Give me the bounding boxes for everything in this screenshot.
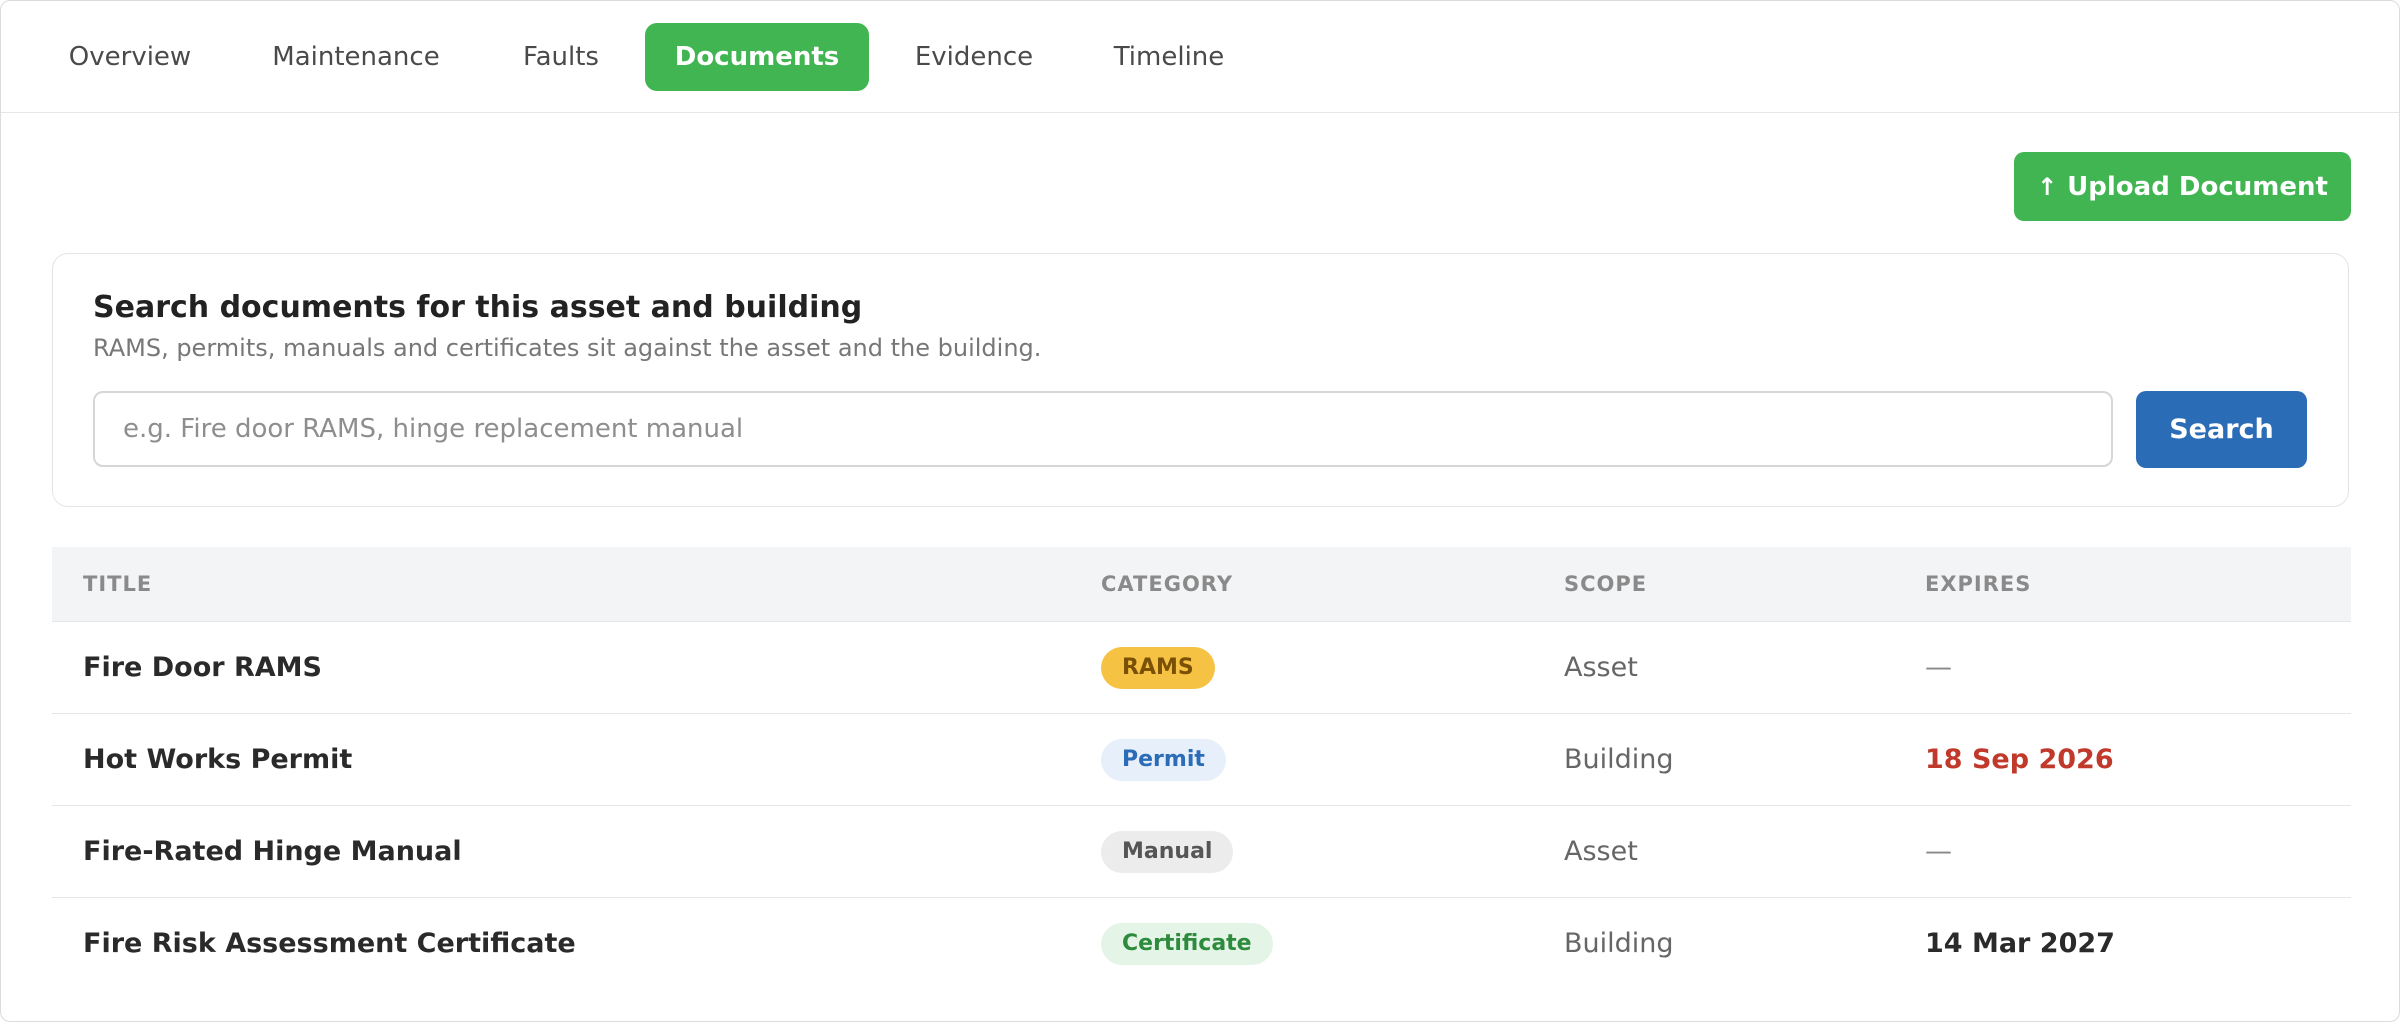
header-scope[interactable]: SCOPE [1564,547,1647,621]
document-title[interactable]: Fire Risk Assessment Certificate [83,898,576,989]
upload-document-button[interactable]: ↑ Upload Document [2014,152,2351,221]
scope-cell: Building [1564,744,1674,775]
expires-cell: 14 Mar 2027 [1925,928,2115,959]
table-row[interactable]: Fire Risk Assessment Certificate Certifi… [52,898,2351,989]
category-cell: Permit [1101,714,1226,805]
documents-panel: Overview Maintenance Faults Documents Ev… [0,0,2400,1022]
category-badge-manual: Manual [1101,830,1234,873]
document-title[interactable]: Fire Door RAMS [83,622,322,713]
expires-cell-warning: 18 Sep 2026 [1925,744,2114,775]
expires-cell: — [1925,652,1952,683]
header-expires[interactable]: EXPIRES [1925,547,2031,621]
search-subtitle: RAMS, permits, manuals and certificates … [93,334,1042,362]
table-row[interactable]: Fire-Rated Hinge Manual Manual Asset — [52,806,2351,898]
tab-faults[interactable]: Faults [495,23,627,91]
documents-table: TITLE CATEGORY SCOPE EXPIRES Fire Door R… [52,547,2351,989]
category-badge-permit: Permit [1101,738,1226,781]
category-cell: RAMS [1101,622,1215,713]
header-category[interactable]: CATEGORY [1101,547,1233,621]
tab-maintenance[interactable]: Maintenance [249,23,463,91]
expires-cell: — [1925,836,1952,867]
document-title[interactable]: Fire-Rated Hinge Manual [83,806,462,897]
scope-cell: Asset [1564,836,1638,867]
search-card: Search documents for this asset and buil… [52,253,2349,507]
tab-overview[interactable]: Overview [43,23,217,91]
tab-evidence[interactable]: Evidence [891,23,1057,91]
category-badge-rams: RAMS [1101,646,1215,689]
table-row[interactable]: Hot Works Permit Permit Building 18 Sep … [52,714,2351,806]
category-cell: Manual [1101,806,1234,897]
tab-bar: Overview Maintenance Faults Documents Ev… [1,1,2399,113]
search-input[interactable] [93,391,2113,467]
document-title[interactable]: Hot Works Permit [83,714,352,805]
upload-document-label: Upload Document [2067,171,2328,202]
category-cell: Certificate [1101,898,1273,989]
table-header: TITLE CATEGORY SCOPE EXPIRES [52,547,2351,622]
upload-arrow-icon: ↑ [2037,172,2058,201]
tab-documents[interactable]: Documents [645,23,869,91]
tab-timeline[interactable]: Timeline [1093,23,1245,91]
category-badge-certificate: Certificate [1101,922,1273,965]
search-button[interactable]: Search [2136,391,2307,468]
scope-cell: Asset [1564,652,1638,683]
scope-cell: Building [1564,928,1674,959]
header-title[interactable]: TITLE [83,547,152,621]
table-row[interactable]: Fire Door RAMS RAMS Asset — [52,622,2351,714]
search-title: Search documents for this asset and buil… [93,290,863,325]
